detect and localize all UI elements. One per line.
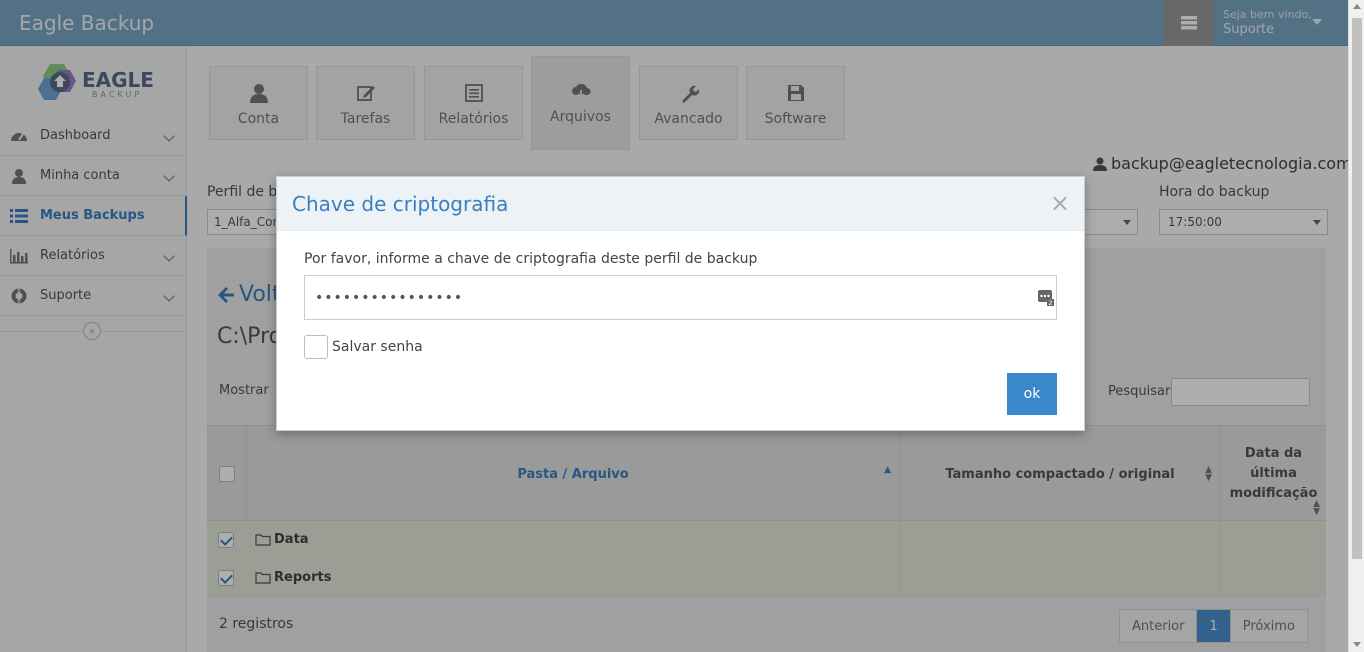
close-icon[interactable]: ×: [1050, 191, 1070, 215]
scroll-up-icon[interactable]: [1353, 4, 1361, 9]
scroll-thumb[interactable]: [1352, 18, 1362, 559]
svg-text:2: 2: [1048, 299, 1052, 306]
encryption-key-input[interactable]: [304, 275, 1057, 320]
save-password-checkbox[interactable]: [304, 335, 328, 359]
encryption-key-dialog: Chave de criptografia × Por favor, infor…: [276, 176, 1085, 431]
ok-button[interactable]: ok: [1007, 373, 1057, 415]
scroll-down-icon[interactable]: [1353, 642, 1361, 647]
dialog-title: Chave de criptografia: [292, 192, 509, 216]
dialog-header: Chave de criptografia ×: [277, 177, 1084, 231]
save-password-label[interactable]: Salvar senha: [332, 339, 423, 355]
password-manager-icon[interactable]: 2: [1038, 290, 1054, 306]
dialog-prompt: Por favor, informe a chave de criptograf…: [304, 251, 758, 267]
page-scrollbar[interactable]: [1348, 0, 1364, 652]
